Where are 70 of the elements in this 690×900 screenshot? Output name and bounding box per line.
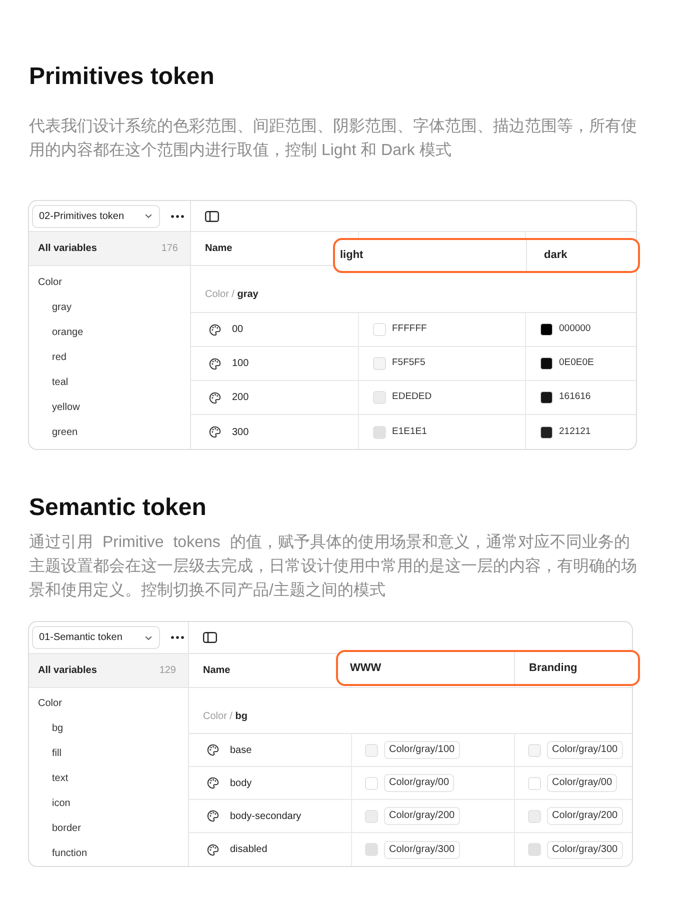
alias-chip: Color/gray/300 [384,840,460,858]
sidebar-item[interactable]: fill [29,741,188,766]
palette-icon [207,844,219,856]
hex-value: FFFFFF [392,322,427,336]
all-variables-item[interactable]: All variables 129 [29,654,188,688]
hex-value: E1E1E1 [392,424,427,439]
column-header: dark [544,248,568,264]
group-path-label: Color / bg [203,711,248,722]
sidebar-item[interactable]: red [29,345,190,370]
more-icon[interactable] [171,636,184,639]
sidebar-item[interactable]: bg [29,716,188,741]
variable-count: 176 [161,242,178,256]
palette-icon [209,324,221,336]
palette-icon [207,744,219,756]
variable-name: 100 [232,357,249,371]
palette-icon [209,426,221,438]
section-heading: Semantic token [29,493,208,523]
caret-icon [145,214,152,218]
sidebar-item[interactable]: icon [29,791,188,816]
variable-name: body-secondary [230,810,302,824]
sidebar-item[interactable]: text [29,766,188,791]
palette-icon [207,777,219,789]
column-header: light [340,248,364,264]
alias-chip: Color/gray/200 [384,807,460,825]
variable-name: 00 [232,323,244,337]
alias-chip: Color/gray/100 [547,741,623,759]
palette-icon [209,392,221,404]
sidebar-item[interactable]: teal [29,370,190,395]
palette-icon [209,358,221,370]
alias-chip: Color/gray/200 [547,807,623,825]
hex-value: 161616 [559,390,591,404]
sidebar-toggle-icon[interactable] [205,210,219,222]
sidebar-item[interactable]: orange [29,320,190,345]
collection-dropdown[interactable]: 01-Semantic token [32,626,160,649]
caret-icon [145,636,152,640]
hex-value: 000000 [559,322,591,336]
column-header: Branding [529,660,578,676]
palette-icon [207,810,219,822]
variable-name: base [230,744,252,758]
sidebar-item[interactable]: green [29,420,190,445]
alias-chip: Color/gray/00 [547,774,618,792]
column-header: Name [205,242,232,256]
variable-name: disabled [230,843,268,857]
sidebar-item[interactable]: yellow [29,395,190,420]
sidebar-item[interactable]: function [29,841,188,866]
hex-value: 0E0E0E [559,356,594,370]
variable-name: 300 [232,426,249,440]
variable-count: 129 [159,664,176,678]
all-variables-item[interactable]: All variables 176 [29,232,190,266]
alias-chip: Color/gray/300 [547,840,623,858]
section-description: 代表我们设计系统的色彩范围、间距范围、阴影范围、字体范围、描边范围等，所有使用的内容都在这个范围内进行取值，控制 Light 和 Dark 模式 [29,116,638,161]
sidebar-item[interactable]: Color [29,270,190,295]
hex-value: F5F5F5 [392,356,426,370]
alias-chip: Color/gray/100 [384,741,460,759]
column-header: Name [203,664,230,678]
group-path-label: Color / gray [205,289,258,300]
sidebar-toggle-icon[interactable] [203,632,217,643]
collection-dropdown[interactable]: 02-Primitives token [32,204,160,228]
variable-name: 200 [232,391,249,405]
sidebar-item[interactable]: gray [29,295,190,320]
more-icon[interactable] [171,214,184,218]
section-heading: Primitives token [29,62,216,92]
hex-value: EDEDED [392,390,432,404]
section-description: 通过引用 Primitive tokens 的值，赋予具体的使用场景和意义，通常对应不同业务的主题设置都会在这一层级去完成，日常设计使用中常用的是这一层的内容，有明确的场景和使用定义。控制切换不同产品/主题之间的模式 [29,532,638,601]
sidebar-item[interactable]: border [29,816,188,841]
alias-chip: Color/gray/00 [384,774,454,792]
sidebar-item[interactable]: Color [29,691,188,716]
column-header: WWW [350,660,382,676]
hex-value: 212121 [559,424,591,439]
variable-name: body [230,776,252,790]
